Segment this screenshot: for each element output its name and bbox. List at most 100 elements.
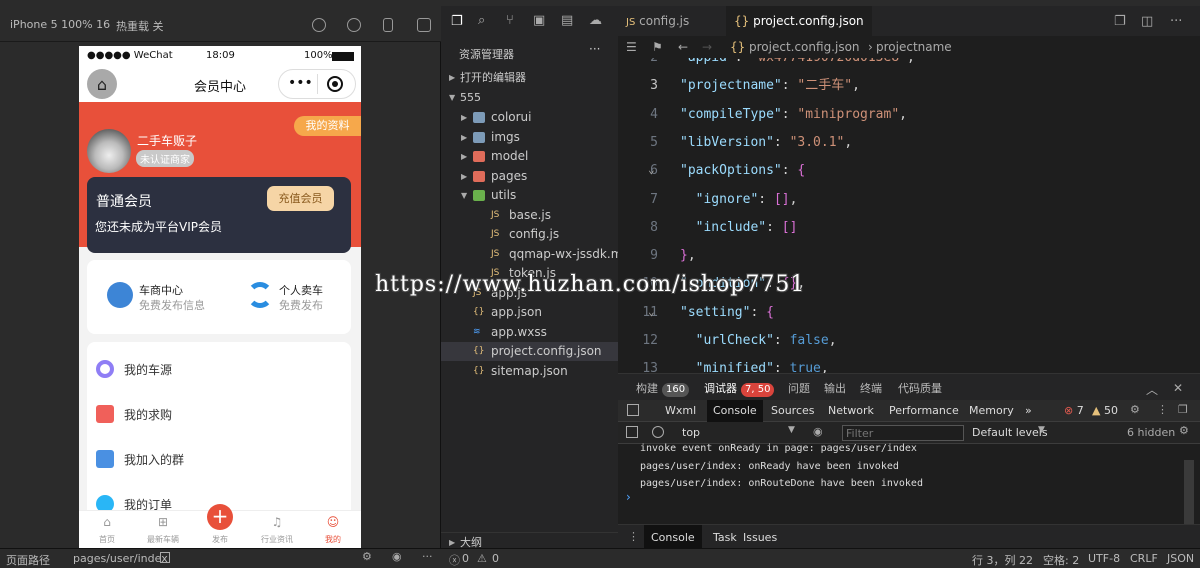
tab-mine[interactable]: ☺ 我的 xyxy=(305,511,361,548)
gear-icon[interactable]: ⚙ xyxy=(1130,403,1140,416)
my-profile-button[interactable]: 我的资料 xyxy=(294,116,361,136)
filter-input[interactable] xyxy=(842,425,964,441)
console-prompt[interactable]: › xyxy=(626,490,631,504)
back-icon[interactable]: ← xyxy=(678,36,688,58)
file-tree-item[interactable]: ≋ app.wxss xyxy=(441,323,618,342)
more-icon[interactable]: ··· xyxy=(1170,14,1182,29)
panel-tab[interactable]: 输出 xyxy=(824,380,846,396)
file-tree-item[interactable]: {} project.config.json xyxy=(441,342,618,361)
breadcrumb-file[interactable]: project.config.json xyxy=(749,36,860,58)
file-tree-item[interactable]: {} app.json xyxy=(441,303,618,322)
file-tree-item[interactable]: ▼ utils xyxy=(441,186,618,205)
fold-chevron-icon[interactable]: ⌄ xyxy=(648,163,655,176)
caret-up-icon[interactable]: ︿ xyxy=(1146,381,1158,398)
panel-tab[interactable]: 构建 160 xyxy=(636,380,690,397)
page-path[interactable]: pages/user/index xyxy=(73,552,168,565)
close-panel-icon[interactable]: ✕ xyxy=(1173,381,1183,395)
panel-tab[interactable]: 代码质量 xyxy=(898,380,942,396)
language-mode[interactable]: JSON xyxy=(1167,552,1194,565)
debug-icon[interactable]: ▤ xyxy=(561,13,573,28)
devtools-tab[interactable]: Memory xyxy=(969,404,1014,417)
menu-item-my-groups[interactable]: 我加入的群 xyxy=(87,436,351,481)
phone-icon[interactable] xyxy=(383,18,393,32)
page-path-label[interactable]: 页面路径 xyxy=(6,552,50,568)
cloud-icon[interactable]: ☁ xyxy=(589,13,602,28)
tab-config-js[interactable]: JS config.js xyxy=(618,6,718,36)
devtools-tab[interactable]: Sources xyxy=(771,404,815,417)
dock-icon[interactable]: ❐ xyxy=(1178,403,1188,416)
refresh-icon[interactable] xyxy=(312,18,326,32)
code-line[interactable]: "setting": { xyxy=(680,299,774,327)
code-line[interactable]: "minified": true, xyxy=(680,355,829,373)
code-line[interactable]: "appid": "wx4774190720d013e8", xyxy=(680,58,915,72)
log-levels-select[interactable]: Default levels xyxy=(972,426,1048,439)
forward-icon[interactable]: → xyxy=(702,36,712,58)
tab-news[interactable]: ♫ 行业资讯 xyxy=(249,511,305,548)
devtools-tab[interactable]: Wxml xyxy=(665,404,696,417)
split-preview-icon[interactable]: ❐ xyxy=(1114,14,1126,29)
devtools-tab[interactable]: Console xyxy=(707,400,763,422)
gear-icon[interactable]: ⚙ xyxy=(1179,424,1189,437)
fold-chevron-icon[interactable]: ⌄ xyxy=(648,305,655,318)
tab-project-config-json[interactable]: {} project.config.json ✕ xyxy=(726,6,872,58)
devtools-tab[interactable]: Network xyxy=(828,404,874,417)
menu-item-my-requests[interactable]: 我的求购 xyxy=(87,391,351,436)
stop-icon[interactable] xyxy=(347,18,361,32)
devtools-tab[interactable]: Performance xyxy=(889,404,959,417)
menu-item-my-cars[interactable]: 我的车源 xyxy=(87,346,351,391)
tab-latest-cars[interactable]: ⊞ 最新车辆 xyxy=(135,511,191,548)
devtools-tab[interactable]: » xyxy=(1025,404,1032,417)
scrollbar[interactable] xyxy=(1184,460,1194,524)
error-count[interactable]: 0 xyxy=(462,552,469,565)
bookmark-icon[interactable]: ⚑ xyxy=(652,36,663,58)
split-editor-icon[interactable]: ◫ xyxy=(1141,14,1153,29)
indentation[interactable]: 空格: 2 xyxy=(1043,552,1079,568)
breadcrumb-key[interactable]: projectname xyxy=(876,36,952,58)
file-tree-item[interactable]: ▶ model xyxy=(441,147,618,166)
cursor-position[interactable]: 行 3，列 22 xyxy=(972,552,1033,568)
window-icon[interactable] xyxy=(417,18,431,32)
code-line[interactable]: "libVersion": "3.0.1", xyxy=(680,129,852,157)
error-icon[interactable]: ⓧ xyxy=(449,552,460,568)
branch-icon[interactable]: ⑂ xyxy=(506,13,514,28)
recharge-vip-button[interactable]: 充值会员 xyxy=(267,186,334,211)
file-tree-item[interactable]: ▶ colorui xyxy=(441,108,618,127)
menu-capsule[interactable]: ••• xyxy=(278,69,356,99)
code-line[interactable]: "urlCheck": false, xyxy=(680,327,837,355)
list-icon[interactable]: ☰ xyxy=(626,36,637,58)
plus-icon[interactable]: + xyxy=(207,504,233,530)
panel-tab[interactable]: 调试器 7, 50 xyxy=(704,380,775,397)
close-miniprogram-icon[interactable] xyxy=(327,76,343,92)
error-count[interactable]: ⊗ 7 xyxy=(1064,404,1084,417)
code-editor[interactable]: 2 "appid": "wx4774190720d013e8", 3 "project… xyxy=(618,58,1200,373)
search-icon[interactable]: ⌕ xyxy=(478,13,485,28)
more-vertical-icon[interactable]: ⋮ xyxy=(628,530,639,543)
file-tree-item[interactable]: ▶ pages xyxy=(441,167,618,186)
file-tree-item[interactable]: {} sitemap.json xyxy=(441,362,618,381)
file-tree-item[interactable]: JS base.js xyxy=(441,206,618,225)
panel-tab[interactable]: 终端 xyxy=(860,380,882,396)
project-root[interactable]: ▼ 555 xyxy=(441,88,618,107)
warning-count[interactable]: 0 xyxy=(492,552,499,565)
code-line[interactable]: "packOptions": { xyxy=(680,157,805,185)
code-line[interactable]: "compileType": "miniprogram", xyxy=(680,101,907,129)
hot-reload-toggle[interactable]: 热重载 关 xyxy=(116,18,164,34)
more-vertical-icon[interactable]: ⋮ xyxy=(1157,403,1168,416)
drawer-tab[interactable]: Issues xyxy=(736,525,784,550)
files-icon[interactable]: ❐ xyxy=(451,14,463,29)
more-icon[interactable]: ··· xyxy=(422,550,433,563)
drawer-tab[interactable]: Console xyxy=(644,525,702,550)
extensions-icon[interactable]: ▣ xyxy=(533,13,545,28)
code-line[interactable]: "projectname": "二手车", xyxy=(680,72,860,100)
encoding[interactable]: UTF-8 xyxy=(1088,552,1120,565)
eye-icon[interactable]: ◉ xyxy=(813,425,823,438)
panel-tab[interactable]: 问题 xyxy=(788,380,810,396)
file-tree-item[interactable]: JS config.js xyxy=(441,225,618,244)
avatar[interactable] xyxy=(87,129,131,173)
code-line[interactable]: "ignore": [], xyxy=(680,186,798,214)
open-editors-section[interactable]: ▶ 打开的编辑器 xyxy=(441,68,618,87)
sidebar-toggle-icon[interactable] xyxy=(626,426,638,438)
tab-home[interactable]: ⌂ 首页 xyxy=(79,511,135,548)
line-ending[interactable]: CRLF xyxy=(1130,552,1158,565)
warning-count[interactable]: ▲ 50 xyxy=(1092,404,1118,417)
